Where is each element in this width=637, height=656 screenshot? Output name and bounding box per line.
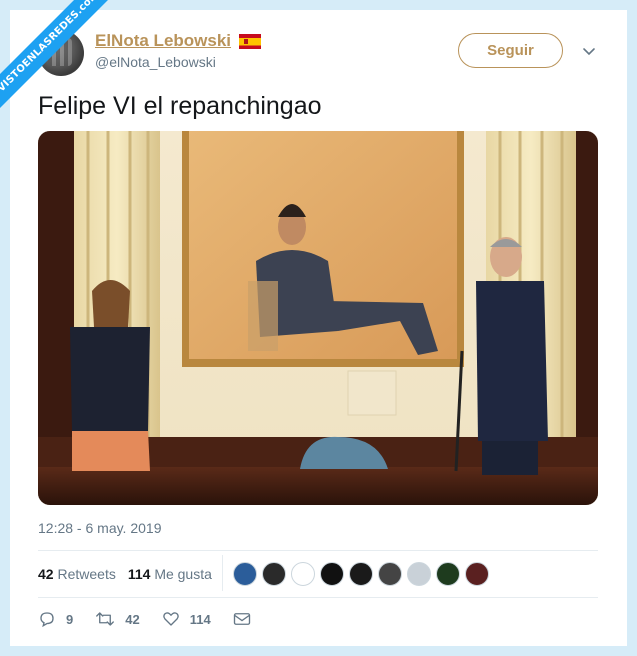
retweets-count: 42 bbox=[38, 566, 54, 582]
user-handle[interactable]: @elNota_Lebowski bbox=[95, 54, 216, 70]
likes-label: Me gusta bbox=[154, 566, 212, 582]
spain-flag-icon bbox=[239, 33, 262, 49]
reply-button[interactable]: 9 bbox=[38, 610, 73, 628]
liker-avatar[interactable] bbox=[291, 562, 315, 586]
follow-button[interactable]: Seguir bbox=[458, 33, 563, 68]
like-button[interactable]: 114 bbox=[162, 610, 211, 628]
heart-icon bbox=[162, 612, 179, 626]
divider bbox=[38, 597, 598, 598]
user-name-row[interactable]: ElNota Lebowski bbox=[95, 31, 262, 51]
watermark-text: VISTOENLASREDES.com bbox=[0, 0, 110, 110]
liker-avatar[interactable] bbox=[436, 562, 460, 586]
stats-separator bbox=[222, 555, 223, 591]
chevron-down-icon[interactable] bbox=[582, 44, 596, 58]
liker-avatar[interactable] bbox=[378, 562, 402, 586]
liker-avatar[interactable] bbox=[465, 562, 489, 586]
reply-icon bbox=[40, 612, 54, 628]
reply-count: 9 bbox=[66, 611, 74, 627]
retweets-stat[interactable]: 42 Retweets bbox=[38, 566, 116, 582]
tweet-actions: 9 42 114 bbox=[38, 610, 283, 628]
retweet-count: 42 bbox=[125, 611, 140, 627]
envelope-icon bbox=[233, 613, 250, 625]
likes-count: 114 bbox=[127, 566, 151, 582]
tweet-photo[interactable] bbox=[38, 131, 598, 505]
tweet-stats: 42 Retweets 114 Me gusta bbox=[38, 566, 212, 582]
retweets-label: Retweets bbox=[57, 566, 116, 582]
divider bbox=[38, 550, 598, 551]
retweet-icon bbox=[96, 612, 115, 626]
portrait-photo-illustration bbox=[38, 131, 598, 505]
liker-avatar[interactable] bbox=[349, 562, 373, 586]
tweet-timestamp[interactable]: 12:28 - 6 may. 2019 bbox=[38, 520, 161, 536]
like-count: 114 bbox=[189, 611, 211, 627]
liker-avatar[interactable] bbox=[233, 562, 257, 586]
watermark-ribbon: VISTOENLASREDES.com bbox=[0, 0, 110, 110]
likes-stat[interactable]: 114 Me gusta bbox=[128, 566, 212, 582]
liker-avatar[interactable] bbox=[262, 562, 286, 586]
display-name[interactable]: ElNota Lebowski bbox=[95, 31, 231, 51]
likers-avatars bbox=[233, 562, 489, 586]
liker-avatar[interactable] bbox=[407, 562, 431, 586]
liker-avatar[interactable] bbox=[320, 562, 344, 586]
retweet-button[interactable]: 42 bbox=[95, 610, 140, 628]
message-button[interactable] bbox=[233, 611, 261, 627]
